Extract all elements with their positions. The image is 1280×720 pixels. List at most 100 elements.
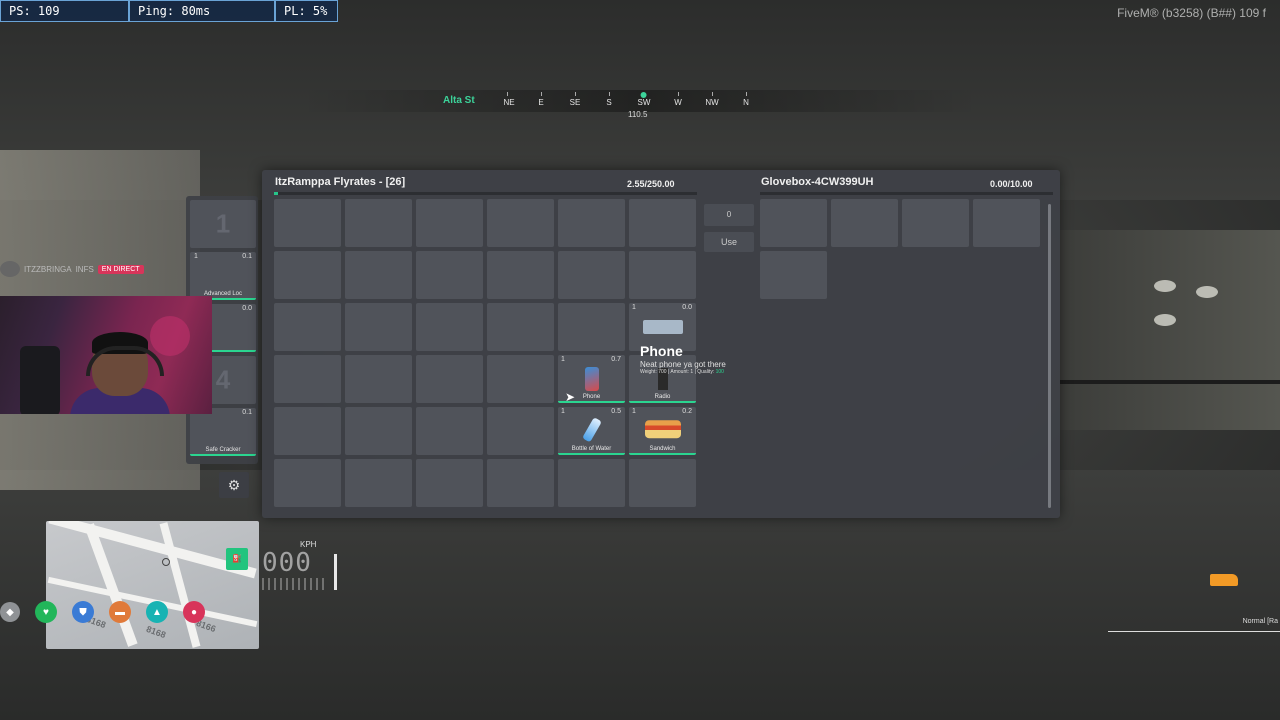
client-build-label: FiveM® (b3258) (B##) 109 f [1117,6,1266,20]
inventory-slot-sandwich[interactable]: 1 0.2 Sandwich [629,407,696,455]
item-weight: 0.0 [242,305,252,312]
glovebox-slot[interactable] [760,199,827,247]
inventory-slot[interactable] [416,459,483,507]
glovebox-grid [760,199,1040,299]
chat-avatar [0,261,20,277]
inventory-slot[interactable] [274,199,341,247]
glovebox-weight: 0.00/10.00 [990,179,1033,189]
inventory-slot[interactable] [487,251,554,299]
inventory-slot[interactable] [416,251,483,299]
amount-input[interactable]: 0 [704,204,754,226]
inventory-slot[interactable] [416,199,483,247]
item-quality-bar [190,454,256,456]
inventory-slot[interactable] [345,355,412,403]
inventory-slot[interactable] [487,407,554,455]
inventory-slot-water[interactable]: 1 0.5 Bottle of Water [558,407,625,455]
compass-tick [541,92,542,96]
street-name: Alta St [443,95,475,106]
item-name: Safe Cracker [205,447,241,453]
item-quantity: 1 [561,356,565,363]
inventory-slot[interactable] [416,407,483,455]
player-inventory-title: ItzRamppa Flyrates - [26] [275,176,406,188]
player-inventory-weight: 2.55/250.00 [627,179,675,189]
item-name: Bottle of Water [571,446,612,452]
glovebox-slot[interactable] [902,199,969,247]
use-button[interactable]: Use [704,232,754,252]
tooltip-description: Neat phone ya got there [640,360,726,369]
ceiling-light [1154,280,1176,292]
phone-icon [584,367,599,391]
inventory-slot[interactable] [416,355,483,403]
compass-sw: SW [637,92,651,107]
inventory-slot[interactable] [416,303,483,351]
inventory-slot[interactable] [345,251,412,299]
inventory-slot[interactable] [487,355,554,403]
hotbar-slot-5[interactable]: 1 0.1 Safe Cracker [190,408,256,456]
inventory-slot[interactable] [274,459,341,507]
tooltip-quality: 100 [715,369,724,375]
headset-icon [86,346,164,376]
compass-se: SE [569,98,581,107]
inventory-slot[interactable] [629,459,696,507]
minimap-road [159,522,201,648]
item-weight: 0.5 [611,408,621,415]
hunger-icon: ▬ [109,601,131,623]
mouse-cursor-icon: ➤ [565,390,576,404]
glovebox-slot[interactable] [831,199,898,247]
speed-value: 000 [262,548,312,578]
glovebox-slot[interactable] [760,251,827,299]
weapon-icon [1210,574,1238,586]
voice-mode: Normal [Ra [1108,618,1280,632]
item-weight: 0.1 [242,409,252,416]
inventory-slot[interactable] [629,251,696,299]
inventory-slot[interactable] [558,251,625,299]
inventory-slot[interactable] [274,355,341,403]
glovebox-slot[interactable] [973,199,1040,247]
water-bottle-icon [581,417,602,443]
inventory-slot[interactable] [345,407,412,455]
player-weight-bar [274,192,697,195]
item-name: Radio [654,394,671,400]
fps-readout: PS: 109 [0,0,129,22]
inventory-slot[interactable] [558,199,625,247]
speed-needle [334,554,337,590]
voice-range-icon: ◆ [0,602,20,622]
inventory-slot[interactable] [274,407,341,455]
item-quality-bar [558,453,625,455]
heading-degrees: 110.5 [628,110,648,119]
inventory-slot[interactable] [487,303,554,351]
inventory-slot[interactable] [558,303,625,351]
inventory-slot[interactable] [487,199,554,247]
tooltip-meta: Weight: 700 | Amount: 1 | Quality: 100 [640,369,724,375]
inventory-slot[interactable] [345,199,412,247]
compass-tick [678,92,679,96]
item-quality-bar [629,453,696,455]
radio-box-icon [642,320,683,334]
inventory-slot[interactable] [629,199,696,247]
fuel-gauge: ⛽ [226,548,248,592]
inventory-slot[interactable] [558,459,625,507]
webcam-lamp [150,316,190,356]
compass-tick [609,92,610,96]
inventory-slot[interactable] [274,303,341,351]
inventory-slot[interactable] [274,251,341,299]
armor-shield-icon: ⛊ [72,601,94,623]
hotbar-slot-1[interactable]: 1 [190,200,256,248]
ceiling-light [1154,314,1176,326]
inventory-slot[interactable] [345,459,412,507]
chat-username: ITZZBRINGA [24,264,72,274]
item-weight: 0.7 [611,356,621,363]
glovebox-scrollbar[interactable] [1048,204,1051,508]
inventory-slot[interactable] [487,459,554,507]
voice-mode-line [1108,631,1280,632]
settings-gear-button[interactable]: ⚙ [219,472,249,498]
ceiling-light [1196,286,1218,298]
compass-e: E [538,98,544,107]
tooltip-item-name: Phone [640,343,683,359]
fuel-icon: ⛽ [226,548,248,570]
webcam-overlay [0,296,212,414]
sandwich-icon [644,420,681,439]
chat-tag: INFS [75,264,94,274]
glovebox-weight-bar [760,192,1053,195]
inventory-slot[interactable] [345,303,412,351]
